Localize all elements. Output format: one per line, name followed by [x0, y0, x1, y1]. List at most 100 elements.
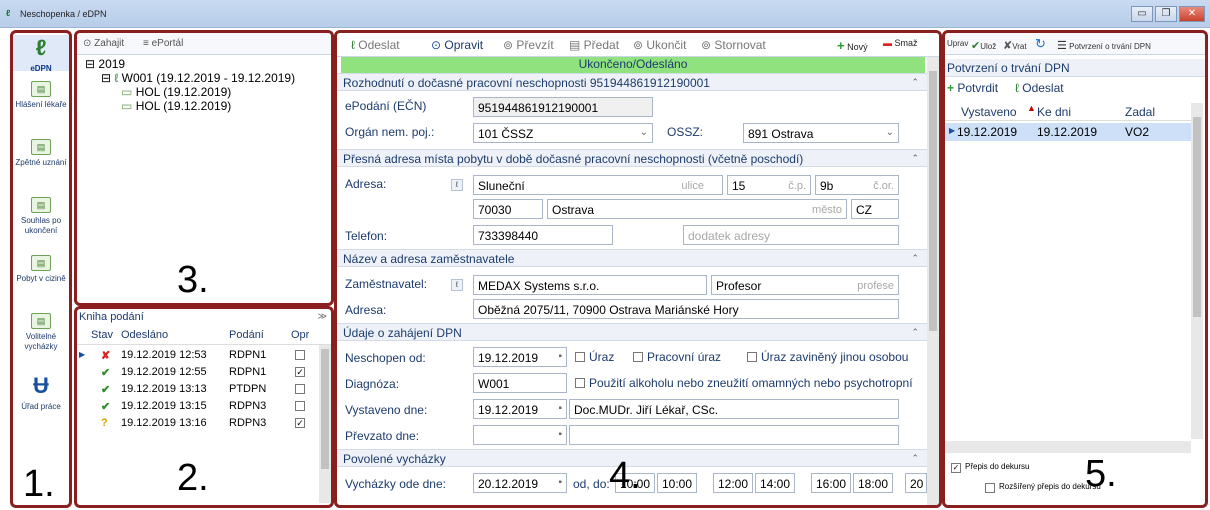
- log-row[interactable]: ✔ 19.12.2019 13:15 RDPN3: [77, 398, 319, 414]
- time-field-5[interactable]: 16:00: [811, 473, 851, 493]
- vychazky-date[interactable]: 20.12.2019 ▪: [473, 473, 567, 493]
- log-row[interactable]: ✔ 19.12.2019 13:13 PTDPN: [77, 381, 319, 397]
- nav-item-urad-prace[interactable]: Ʉ Úřad práce: [13, 373, 69, 412]
- novy-button[interactable]: + Nový: [837, 38, 868, 53]
- predat-button[interactable]: ▤ Předat: [569, 38, 619, 52]
- uloz-button[interactable]: ✔Ulož: [971, 39, 996, 52]
- opr-checkbox[interactable]: [295, 350, 305, 360]
- close-button[interactable]: ✕: [1179, 6, 1205, 22]
- odeslat-confirm-button[interactable]: ℓ Odeslat: [1015, 81, 1064, 95]
- zahajit-button[interactable]: ⊙ Zahajit: [83, 38, 124, 49]
- alkohol-checkbox[interactable]: [575, 378, 585, 388]
- potvrzeni-button[interactable]: ☰ Potvrzení o trvání DPN: [1057, 39, 1151, 52]
- prevzato-date[interactable]: ▪: [473, 425, 567, 445]
- tree-node-year[interactable]: ⊟ 2019: [85, 57, 125, 71]
- opr-checkbox[interactable]: [295, 384, 305, 394]
- neschopen-date[interactable]: 19.12.2019 ▪: [473, 347, 567, 367]
- main-scrollbar[interactable]: [927, 57, 939, 505]
- rozsireny-checkbox[interactable]: [985, 483, 995, 493]
- prevzit-button[interactable]: ⊚ Převzít: [503, 38, 554, 52]
- plus-icon: +: [947, 81, 955, 95]
- section-rozhodnuti[interactable]: Rozhodnutí o dočasné pracovní neschopnos…: [337, 73, 927, 91]
- address-lookup-icon[interactable]: ℓ: [451, 179, 463, 191]
- col-opr[interactable]: Opr: [291, 329, 309, 341]
- col-vystaveno[interactable]: Vystaveno: [961, 105, 1017, 119]
- stornovat-button[interactable]: ⊚ Stornovat: [701, 38, 766, 52]
- section-zahajeni-dpn[interactable]: Údaje o zahájení DPN ⌃: [337, 323, 927, 341]
- opravit-button[interactable]: ⊙ Opravit: [431, 38, 483, 52]
- col-podani[interactable]: Podání: [229, 329, 264, 341]
- opr-checkbox[interactable]: ✓: [295, 367, 305, 377]
- time-field-2[interactable]: 10:00: [657, 473, 697, 493]
- refresh-icon[interactable]: ↻: [1035, 36, 1046, 52]
- psc-field[interactable]: 70030: [473, 199, 543, 219]
- zam-adresa-field[interactable]: Oběžná 2075/11, 70900 Ostrava Mariánské …: [473, 299, 899, 319]
- diagnoza-field[interactable]: W001: [473, 373, 567, 393]
- time-field-4[interactable]: 14:00: [755, 473, 795, 493]
- ukoncit-button[interactable]: ⊚ Ukončit: [633, 38, 686, 52]
- potvrdit-button[interactable]: + Potvrdit: [947, 81, 998, 95]
- prepis-checkbox[interactable]: ✓: [951, 463, 961, 473]
- time-field-7[interactable]: 20: [905, 473, 927, 493]
- maximize-button[interactable]: ❐: [1155, 6, 1177, 22]
- cor-field[interactable]: 9b č.or.: [815, 175, 899, 195]
- stat-field[interactable]: CZ: [851, 199, 899, 219]
- telefon-field[interactable]: 733398440: [473, 225, 613, 245]
- prevzato-field[interactable]: [569, 425, 899, 445]
- employer-lookup-icon[interactable]: ℓ: [451, 279, 463, 291]
- zamestnavatel-field[interactable]: MEDAX Systems s.r.o.: [473, 275, 707, 295]
- vrat-button[interactable]: ✘Vrat: [1003, 39, 1027, 52]
- col-zadal[interactable]: Zadal: [1125, 105, 1155, 119]
- time-field-3[interactable]: 12:00: [713, 473, 753, 493]
- eportal-button[interactable]: ≡ ePortál: [143, 38, 183, 49]
- nav-item-zpetne-uznani[interactable]: ▤ Zpětné uznání: [13, 139, 69, 168]
- section-zamestnavatel[interactable]: Název a adresa zaměstnavatele ⌃: [337, 249, 927, 267]
- profese-field[interactable]: Profesor profese: [711, 275, 899, 295]
- time-field-6[interactable]: 18:00: [853, 473, 893, 493]
- log-row[interactable]: ✔ 19.12.2019 12:55 RDPN1 ✓: [77, 364, 319, 380]
- lekar-field[interactable]: Doc.MUDr. Jiří Lékař, CSc.: [569, 399, 899, 419]
- uprav-button[interactable]: Uprav: [947, 39, 968, 48]
- smaz-button[interactable]: ▬ Smaž: [883, 38, 918, 48]
- tree-node-w001[interactable]: ⊟ ℓ W001 (19.12.2019 - 19.12.2019): [101, 71, 295, 85]
- cell-podani: RDPN1: [229, 349, 267, 361]
- section-adresa-pobytu[interactable]: Přesná adresa místa pobytu v době dočasn…: [337, 149, 927, 167]
- minimize-button[interactable]: ▭: [1131, 6, 1153, 22]
- opr-checkbox[interactable]: [295, 401, 305, 411]
- nav-item-souhlas[interactable]: ▤ Souhlas po ukončení: [13, 197, 69, 236]
- tree-node-hol-2[interactable]: ▭ HOL (19.12.2019): [121, 99, 231, 113]
- uraz-jinou-checkbox[interactable]: [747, 352, 757, 362]
- nav-item-hlaseni-lekare[interactable]: ▤ Hlášení lékaře: [13, 81, 69, 110]
- confirm-hscrollbar[interactable]: [945, 441, 1191, 453]
- nav-item-vychazky[interactable]: ▤ Volitelné vycházky: [13, 313, 69, 352]
- uraz-checkbox[interactable]: [575, 352, 585, 362]
- log-scrollbar[interactable]: [319, 345, 331, 503]
- epodani-field[interactable]: 951944861912190001: [473, 97, 653, 117]
- calendar-icon: ▪: [558, 477, 562, 488]
- log-row[interactable]: ▶ ✘ 19.12.2019 12:53 RDPN1: [77, 347, 319, 363]
- nav-item-edpn[interactable]: ℓ eDPN: [13, 35, 69, 73]
- vrat-label: Vrat: [1012, 42, 1027, 51]
- col-odeslano[interactable]: Odesláno: [121, 329, 168, 341]
- ulice-field[interactable]: Sluneční ulice: [473, 175, 723, 195]
- odeslat-button[interactable]: ℓ Odeslat: [351, 38, 400, 52]
- opr-checkbox[interactable]: ✓: [295, 418, 305, 428]
- log-row[interactable]: ? 19.12.2019 13:16 RDPN3 ✓: [77, 415, 319, 431]
- vystaveno-date[interactable]: 19.12.2019 ▪: [473, 399, 567, 419]
- zahajit-label: Zahajit: [94, 38, 125, 49]
- col-stav[interactable]: Stav: [91, 329, 113, 341]
- confirm-row[interactable]: ▶ 19.12.2019 19.12.2019 VO2: [945, 123, 1191, 141]
- mesto-field[interactable]: Ostrava město: [547, 199, 847, 219]
- time-value: 14:00: [760, 477, 791, 491]
- pracovni-uraz-checkbox[interactable]: [633, 352, 643, 362]
- collapse-icon[interactable]: ≫: [318, 311, 327, 322]
- ossz-select[interactable]: 891 Ostrava ⌄: [743, 123, 899, 143]
- organ-select[interactable]: 101 ČSSZ ⌄: [473, 123, 653, 143]
- nav-item-pobyt[interactable]: ▤ Pobyt v cizině: [13, 255, 69, 284]
- confirm-scrollbar[interactable]: [1191, 103, 1203, 439]
- dodatek-field[interactable]: dodatek adresy: [683, 225, 899, 245]
- tree-node-hol-1[interactable]: ▭ HOL (19.12.2019): [121, 85, 231, 99]
- cp-field[interactable]: 15 č.p.: [727, 175, 811, 195]
- cell-podani: RDPN3: [229, 400, 267, 412]
- col-ke-dni[interactable]: Ke dni: [1037, 105, 1071, 119]
